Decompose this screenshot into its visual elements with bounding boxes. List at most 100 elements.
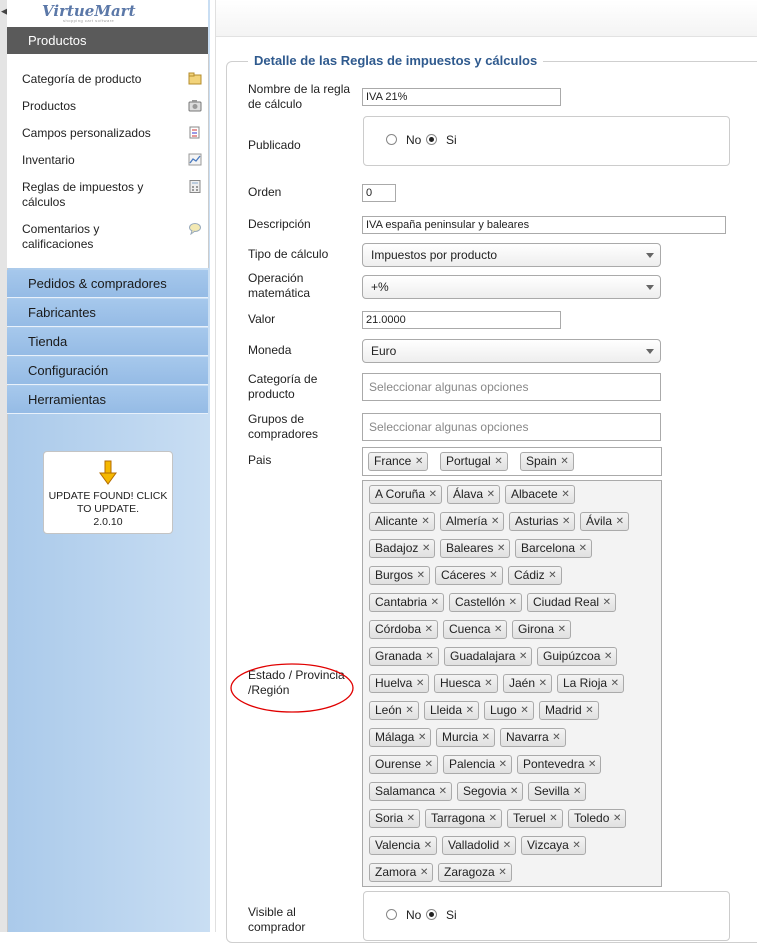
- remove-icon[interactable]: ✕: [417, 567, 425, 584]
- visible-no-radio[interactable]: [386, 909, 397, 920]
- region-chip[interactable]: Málaga ✕: [369, 728, 432, 747]
- region-chip[interactable]: Álava ✕: [447, 485, 501, 504]
- remove-icon[interactable]: ✕: [603, 594, 611, 611]
- region-chip[interactable]: Valladolid ✕: [442, 836, 517, 855]
- sidebar-item-productos[interactable]: Productos: [22, 99, 202, 114]
- nombre-input[interactable]: IVA 21%: [362, 88, 561, 106]
- remove-icon[interactable]: ✕: [552, 729, 560, 746]
- region-chip[interactable]: Madrid ✕: [539, 701, 599, 720]
- region-chip[interactable]: Huelva ✕: [369, 674, 430, 693]
- descripcion-input[interactable]: IVA españa peninsular y baleares: [362, 216, 726, 234]
- remove-icon[interactable]: ✕: [425, 648, 433, 665]
- remove-icon[interactable]: ✕: [429, 486, 437, 503]
- region-chip[interactable]: Salamanca ✕: [369, 782, 453, 801]
- region-chip[interactable]: Soria ✕: [369, 809, 421, 828]
- region-chip[interactable]: Cáceres ✕: [435, 566, 503, 585]
- remove-icon[interactable]: ✕: [439, 783, 447, 800]
- region-chip[interactable]: Alicante ✕: [369, 512, 435, 531]
- region-chip[interactable]: Teruel ✕: [507, 809, 563, 828]
- region-chip[interactable]: Asturias ✕: [509, 512, 576, 531]
- region-chip[interactable]: Tarragona ✕: [425, 809, 503, 828]
- country-chip[interactable]: Spain ✕: [520, 452, 574, 471]
- remove-icon[interactable]: ✕: [424, 837, 432, 854]
- region-chip[interactable]: Valencia ✕: [369, 836, 438, 855]
- region-chip[interactable]: Cantabria ✕: [369, 593, 445, 612]
- region-chip[interactable]: Toledo ✕: [568, 809, 627, 828]
- sidebar-item-campos[interactable]: Campos personalizados: [22, 126, 202, 141]
- sidebar-item-inventario[interactable]: Inventario: [22, 153, 202, 168]
- region-chip[interactable]: Barcelona ✕: [515, 539, 593, 558]
- remove-icon[interactable]: ✕: [585, 702, 593, 719]
- region-chip[interactable]: Jaén ✕: [503, 674, 553, 693]
- sidebar-item-reglas[interactable]: Reglas de impuestos y cálculos: [22, 180, 202, 210]
- remove-icon[interactable]: ✕: [499, 756, 507, 773]
- remove-icon[interactable]: ✕: [416, 675, 424, 692]
- remove-icon[interactable]: ✕: [520, 702, 528, 719]
- publicado-si-radio[interactable]: [426, 134, 437, 145]
- remove-icon[interactable]: ✕: [425, 756, 433, 773]
- remove-icon[interactable]: ✕: [560, 453, 568, 470]
- remove-icon[interactable]: ✕: [431, 594, 439, 611]
- region-chip[interactable]: Girona ✕: [512, 620, 572, 639]
- region-chip[interactable]: Ourense ✕: [369, 755, 439, 774]
- operacion-select[interactable]: +%: [362, 275, 661, 299]
- region-chip[interactable]: Vizcaya ✕: [521, 836, 586, 855]
- region-chip[interactable]: Ciudad Real ✕: [527, 593, 617, 612]
- country-chip[interactable]: France ✕: [368, 452, 429, 471]
- remove-icon[interactable]: ✕: [558, 621, 566, 638]
- remove-icon[interactable]: ✕: [579, 540, 587, 557]
- nav-tienda[interactable]: Tienda: [7, 328, 208, 356]
- nav-configuracion[interactable]: Configuración: [7, 357, 208, 385]
- remove-icon[interactable]: ✕: [497, 540, 505, 557]
- remove-icon[interactable]: ✕: [425, 621, 433, 638]
- grupos-multiselect[interactable]: Seleccionar algunas opciones: [362, 413, 661, 441]
- remove-icon[interactable]: ✕: [510, 783, 518, 800]
- remove-icon[interactable]: ✕: [484, 675, 492, 692]
- moneda-select[interactable]: Euro: [362, 339, 661, 363]
- region-chip[interactable]: A Coruña ✕: [369, 485, 443, 504]
- remove-icon[interactable]: ✕: [539, 675, 547, 692]
- remove-icon[interactable]: ✕: [561, 486, 569, 503]
- sidebar-item-comentarios[interactable]: Comentarios y calificaciones: [22, 222, 202, 252]
- remove-icon[interactable]: ✕: [509, 594, 517, 611]
- update-button[interactable]: UPDATE FOUND! CLICK TO UPDATE. 2.0.10: [43, 451, 173, 534]
- remove-icon[interactable]: ✕: [573, 783, 581, 800]
- remove-icon[interactable]: ✕: [489, 567, 497, 584]
- remove-icon[interactable]: ✕: [489, 810, 497, 827]
- region-chip[interactable]: Burgos ✕: [369, 566, 431, 585]
- pais-multiselect[interactable]: France ✕ Portugal ✕ Spain ✕: [362, 447, 662, 476]
- orden-input[interactable]: 0: [362, 184, 396, 202]
- remove-icon[interactable]: ✕: [613, 810, 621, 827]
- region-chip[interactable]: Ávila ✕: [580, 512, 630, 531]
- tipo-select[interactable]: Impuestos por producto: [362, 243, 661, 267]
- remove-icon[interactable]: ✕: [588, 756, 596, 773]
- remove-icon[interactable]: ✕: [405, 702, 413, 719]
- remove-icon[interactable]: ✕: [494, 621, 502, 638]
- sidebar-item-categoria[interactable]: Categoría de producto: [22, 72, 202, 87]
- remove-icon[interactable]: ✕: [418, 729, 426, 746]
- valor-input[interactable]: 21.0000: [362, 311, 561, 329]
- remove-icon[interactable]: ✕: [491, 513, 499, 530]
- region-chip[interactable]: Castellón ✕: [449, 593, 523, 612]
- country-chip[interactable]: Portugal ✕: [440, 452, 508, 471]
- remove-icon[interactable]: ✕: [519, 648, 527, 665]
- region-chip[interactable]: León ✕: [369, 701, 419, 720]
- region-chip[interactable]: Guadalajara ✕: [444, 647, 533, 666]
- region-chip[interactable]: Murcia ✕: [436, 728, 496, 747]
- remove-icon[interactable]: ✕: [415, 453, 423, 470]
- region-chip[interactable]: Granada ✕: [369, 647, 439, 666]
- visible-si-radio[interactable]: [426, 909, 437, 920]
- region-chip[interactable]: Almería ✕: [440, 512, 505, 531]
- region-chip[interactable]: Cuenca ✕: [443, 620, 508, 639]
- publicado-no-radio[interactable]: [386, 134, 397, 145]
- remove-icon[interactable]: ✕: [616, 513, 624, 530]
- region-chip[interactable]: Palencia ✕: [443, 755, 513, 774]
- remove-icon[interactable]: ✕: [407, 810, 415, 827]
- region-chip[interactable]: Badajoz ✕: [369, 539, 436, 558]
- region-chip[interactable]: Cádiz ✕: [508, 566, 562, 585]
- remove-icon[interactable]: ✕: [494, 453, 502, 470]
- nav-herramientas[interactable]: Herramientas: [7, 386, 208, 414]
- region-chip[interactable]: Pontevedra ✕: [517, 755, 602, 774]
- remove-icon[interactable]: ✕: [487, 486, 495, 503]
- region-chip[interactable]: Albacete ✕: [505, 485, 575, 504]
